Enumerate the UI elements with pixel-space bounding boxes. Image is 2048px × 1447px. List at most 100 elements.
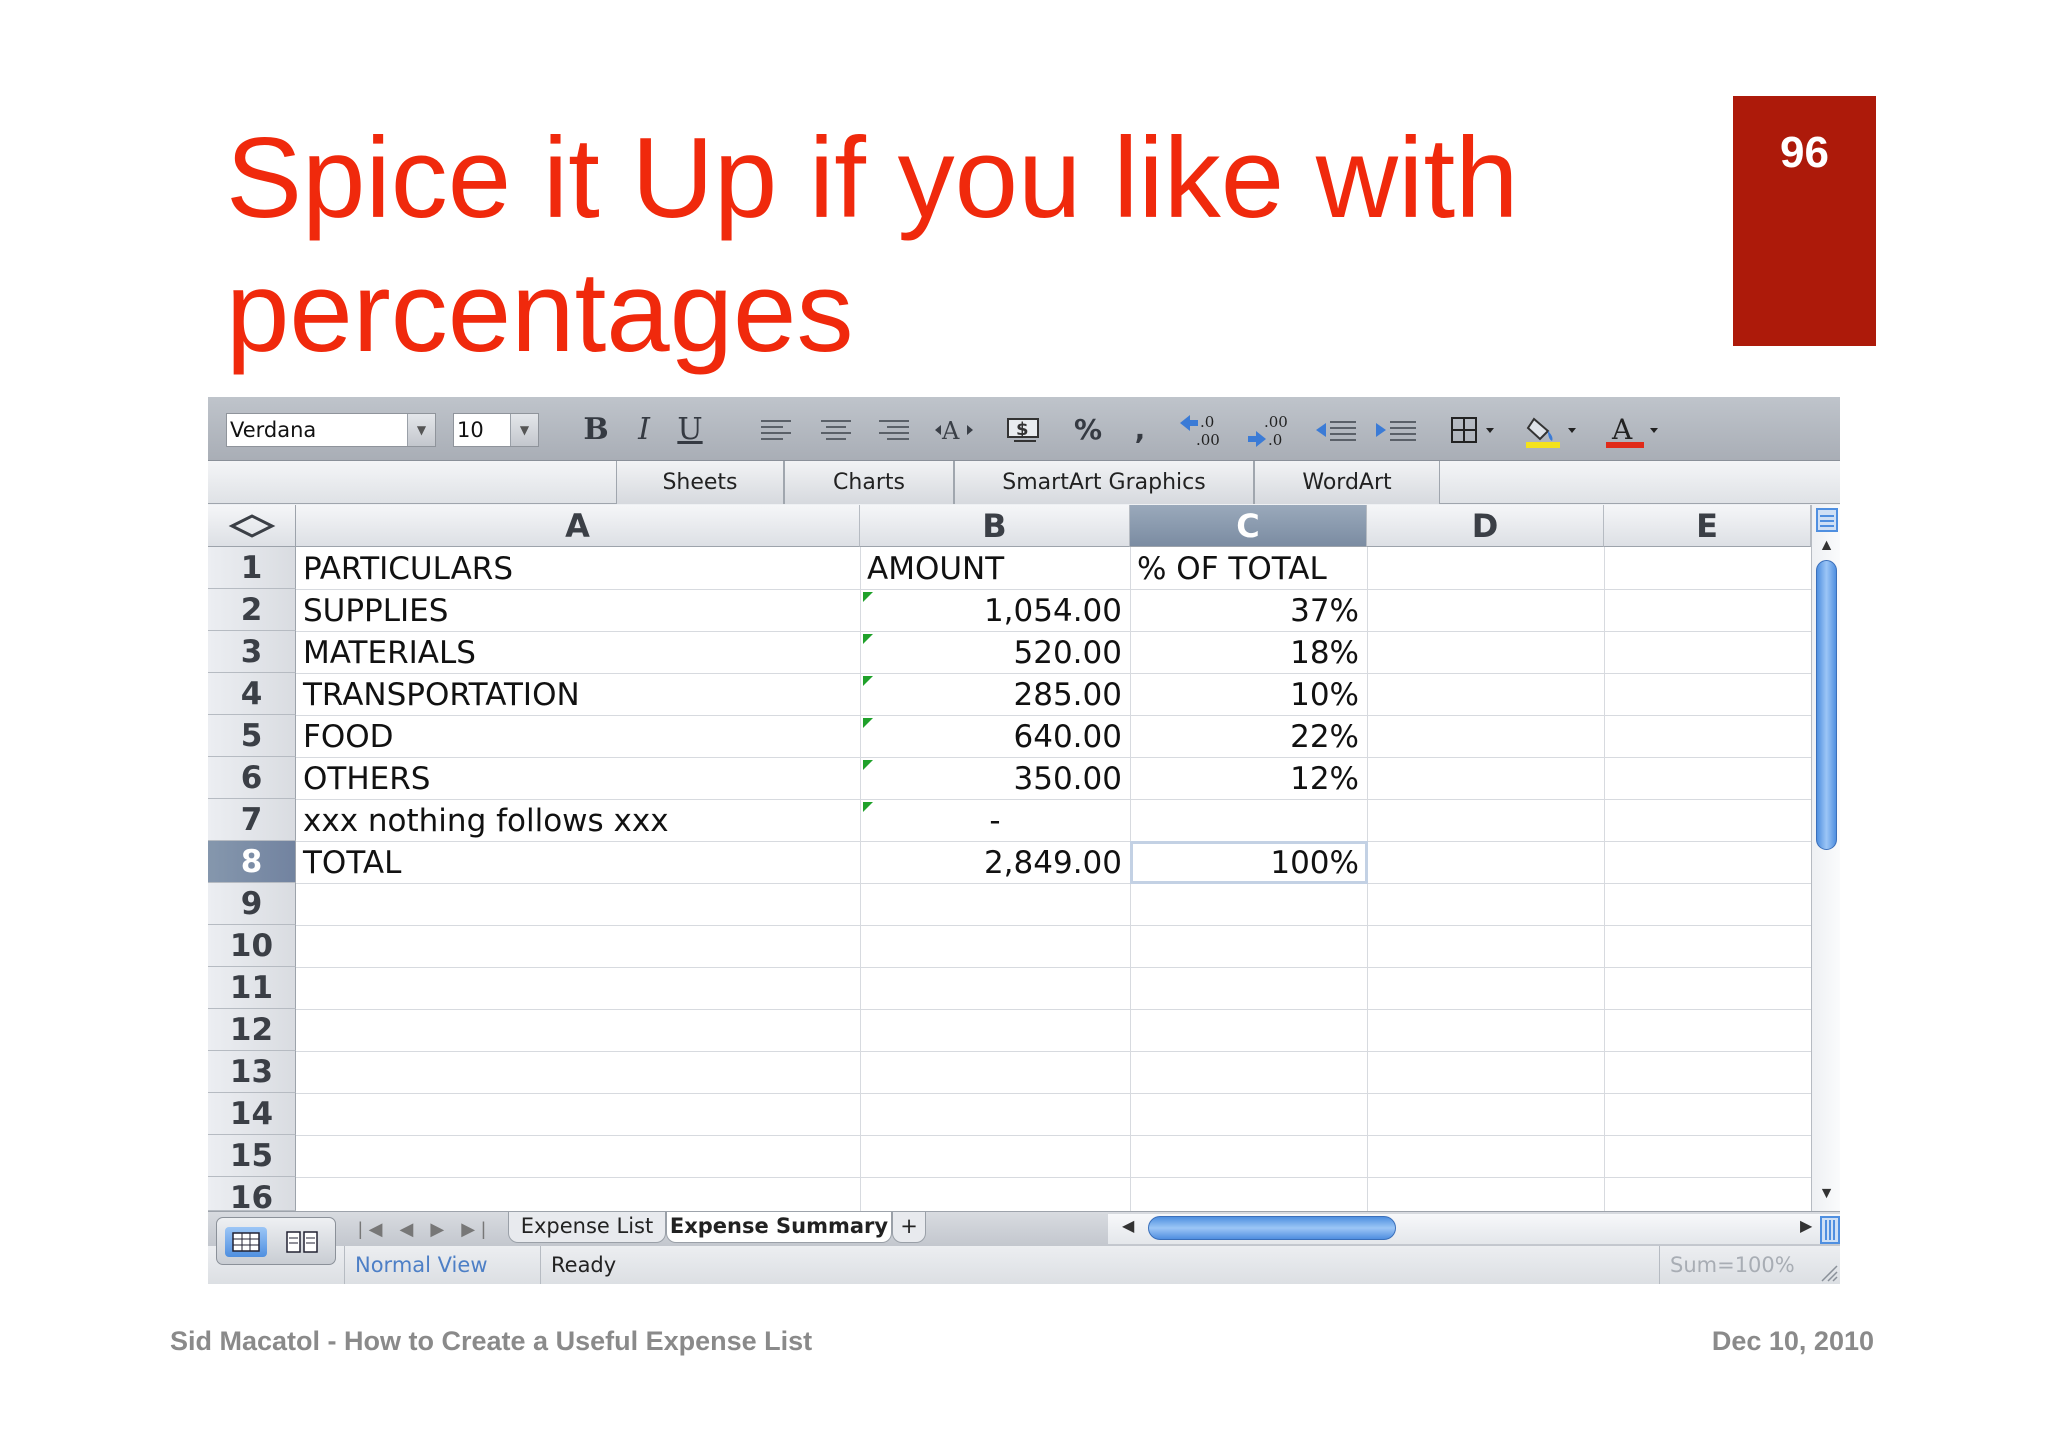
font-color-icon[interactable]: A: [1604, 411, 1662, 449]
cell-a2[interactable]: SUPPLIES: [296, 589, 860, 631]
borders-icon[interactable]: [1448, 411, 1500, 449]
scroll-left-icon[interactable]: ◀: [1122, 1216, 1134, 1236]
error-indicator-icon[interactable]: [863, 676, 873, 686]
row-header[interactable]: 7: [208, 799, 296, 841]
tab-charts[interactable]: Charts: [784, 461, 954, 504]
column-header-a[interactable]: A: [296, 505, 860, 547]
align-center-icon[interactable]: [818, 411, 854, 449]
row-header[interactable]: 16: [208, 1177, 296, 1211]
cell-a8[interactable]: TOTAL: [296, 841, 860, 883]
row-header[interactable]: 2: [208, 589, 296, 631]
chevron-down-icon[interactable]: ▼: [510, 414, 538, 446]
cell-b6[interactable]: 350.00: [860, 757, 1130, 799]
column-header-b[interactable]: B: [860, 505, 1130, 547]
chevron-down-icon[interactable]: ▼: [407, 414, 435, 446]
row-header[interactable]: 9: [208, 883, 296, 925]
error-indicator-icon[interactable]: [863, 760, 873, 770]
font-name-select[interactable]: Verdana ▼: [226, 413, 436, 447]
increase-indent-icon[interactable]: [1374, 411, 1418, 449]
cell-b5[interactable]: 640.00: [860, 715, 1130, 757]
font-name-value: Verdana: [230, 418, 317, 442]
row-header[interactable]: 15: [208, 1135, 296, 1177]
cell-c3[interactable]: 18%: [1130, 631, 1367, 673]
tab-wordart[interactable]: WordArt: [1254, 461, 1440, 504]
row-header[interactable]: 1: [208, 547, 296, 589]
row-header[interactable]: 6: [208, 757, 296, 799]
split-handle-icon[interactable]: [1815, 507, 1839, 533]
sheet-navigation[interactable]: |◀ ◀ ▶ ▶|: [358, 1212, 492, 1247]
font-size-select[interactable]: 10 ▼: [453, 413, 539, 447]
cell-b3[interactable]: 520.00: [860, 631, 1130, 673]
sheet-tab-expense-list[interactable]: Expense List: [508, 1212, 666, 1243]
vertical-scroll-thumb[interactable]: [1816, 560, 1837, 850]
decrease-decimal-icon[interactable]: .00 .0: [1246, 411, 1292, 449]
wrap-text-icon[interactable]: A: [932, 411, 976, 449]
vertical-scrollbar[interactable]: ▲ ▼: [1811, 505, 1840, 1211]
error-indicator-icon[interactable]: [863, 802, 873, 812]
row-header[interactable]: 14: [208, 1093, 296, 1135]
cell-a5[interactable]: FOOD: [296, 715, 860, 757]
cell-c7[interactable]: [1130, 799, 1367, 841]
align-right-icon[interactable]: [876, 411, 912, 449]
last-sheet-icon[interactable]: ▶|: [461, 1219, 492, 1239]
page-number: 96: [1780, 128, 1829, 177]
resize-grip-icon[interactable]: [1820, 1264, 1838, 1282]
percent-button[interactable]: %: [1068, 411, 1108, 449]
currency-icon[interactable]: $: [1004, 411, 1046, 449]
error-indicator-icon[interactable]: [863, 592, 873, 602]
row-header[interactable]: 3: [208, 631, 296, 673]
scroll-down-icon[interactable]: ▼: [1812, 1185, 1841, 1203]
cell-a4[interactable]: TRANSPORTATION: [296, 673, 860, 715]
cell-a3[interactable]: MATERIALS: [296, 631, 860, 673]
sheet-tab-expense-summary[interactable]: Expense Summary: [666, 1212, 892, 1243]
row-header[interactable]: 13: [208, 1051, 296, 1093]
cell-c4[interactable]: 10%: [1130, 673, 1367, 715]
cell-c5[interactable]: 22%: [1130, 715, 1367, 757]
cell-a7[interactable]: xxx nothing follows xxx: [296, 799, 860, 841]
column-header-c[interactable]: C: [1130, 505, 1367, 547]
row-header[interactable]: 12: [208, 1009, 296, 1051]
row-header[interactable]: 10: [208, 925, 296, 967]
align-left-icon[interactable]: [758, 411, 794, 449]
error-indicator-icon[interactable]: [863, 634, 873, 644]
bold-button[interactable]: B: [576, 411, 616, 449]
underline-button[interactable]: U: [670, 411, 710, 449]
scroll-right-icon[interactable]: ▶: [1800, 1216, 1812, 1236]
select-all-corner[interactable]: [208, 505, 296, 547]
cell-a6[interactable]: OTHERS: [296, 757, 860, 799]
cell-b2[interactable]: 1,054.00: [860, 589, 1130, 631]
cell-b4[interactable]: 285.00: [860, 673, 1130, 715]
next-sheet-icon[interactable]: ▶: [430, 1219, 450, 1239]
cell-c8[interactable]: 100%: [1130, 841, 1367, 883]
row-header[interactable]: 4: [208, 673, 296, 715]
cell-c6[interactable]: 12%: [1130, 757, 1367, 799]
page-layout-view-button[interactable]: [281, 1227, 323, 1257]
row-header-selected[interactable]: 8: [208, 841, 296, 883]
tab-sheets[interactable]: Sheets: [616, 461, 784, 504]
cell-b1[interactable]: AMOUNT: [860, 547, 1130, 589]
cell-a1[interactable]: PARTICULARS: [296, 547, 860, 589]
scroll-up-icon[interactable]: ▲: [1812, 537, 1841, 555]
comma-style-button[interactable]: ,: [1126, 411, 1154, 449]
error-indicator-icon[interactable]: [863, 718, 873, 728]
split-handle-icon[interactable]: [1820, 1216, 1840, 1244]
cell-b7[interactable]: -: [860, 799, 1130, 841]
previous-sheet-icon[interactable]: ◀: [400, 1219, 420, 1239]
horizontal-scroll-thumb[interactable]: [1148, 1216, 1396, 1240]
horizontal-scrollbar[interactable]: ◀ ▶: [1108, 1212, 1840, 1247]
row-header[interactable]: 11: [208, 967, 296, 1009]
cell-c1[interactable]: % OF TOTAL: [1130, 547, 1367, 589]
normal-view-button[interactable]: [225, 1227, 267, 1257]
fill-color-icon[interactable]: [1524, 411, 1580, 449]
cell-c2[interactable]: 37%: [1130, 589, 1367, 631]
decrease-indent-icon[interactable]: [1314, 411, 1358, 449]
tab-smartart-graphics[interactable]: SmartArt Graphics: [954, 461, 1254, 504]
first-sheet-icon[interactable]: |◀: [358, 1219, 389, 1239]
increase-decimal-icon[interactable]: .0 .00: [1178, 411, 1224, 449]
row-header[interactable]: 5: [208, 715, 296, 757]
add-sheet-button[interactable]: +: [892, 1212, 926, 1243]
italic-button[interactable]: I: [626, 411, 662, 449]
column-header-e[interactable]: E: [1604, 505, 1811, 547]
cell-b8[interactable]: 2,849.00: [860, 841, 1130, 883]
column-header-d[interactable]: D: [1367, 505, 1604, 547]
